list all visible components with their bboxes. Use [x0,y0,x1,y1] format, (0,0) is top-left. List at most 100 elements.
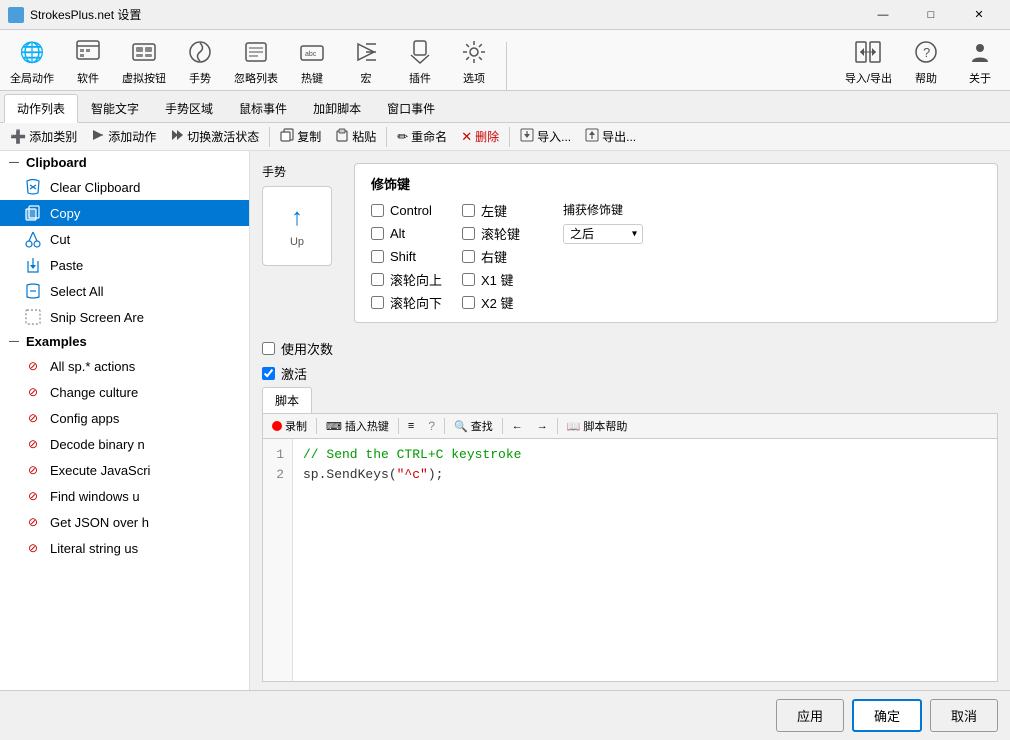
find-button[interactable]: 🔍 查找 [449,416,498,436]
x2-label: X2 键 [481,293,514,312]
alt-checkbox[interactable] [371,227,384,240]
shift-checkbox[interactable] [371,250,384,263]
sidebar-item-decode-binary[interactable]: ⊘ Decode binary n [0,431,249,457]
scroll-checkbox[interactable] [462,227,475,240]
forward-button[interactable]: → [532,418,553,434]
change-culture-label: Change culture [50,385,138,400]
control-checkbox[interactable] [371,204,384,217]
activate-label: 激活 [281,364,307,383]
tab-action-list[interactable]: 动作列表 [4,94,78,123]
cancel-button[interactable]: 取消 [930,699,998,732]
sidebar-item-execute-js[interactable]: ⊘ Execute JavaScri [0,457,249,483]
rename-button[interactable]: ✏ 重命名 [391,125,453,148]
find-windows-icon: ⊘ [24,487,42,505]
sidebar-item-snip[interactable]: Snip Screen Are [0,304,249,330]
right-checkbox[interactable] [462,250,475,263]
sidebar-item-select-all[interactable]: Select All [0,278,249,304]
sidebar-item-clear-clipboard[interactable]: Clear Clipboard [0,174,249,200]
code-content[interactable]: // Send the CTRL+C keystroke sp.SendKeys… [293,439,997,681]
paste-button[interactable]: 粘贴 [329,125,382,148]
sidebar-item-find-windows[interactable]: ⊘ Find windows u [0,483,249,509]
delete-button[interactable]: ✕ 删除 [455,125,505,148]
activate-checkbox[interactable] [262,367,275,380]
capture-select[interactable]: 之后 之前 忽略 [563,224,643,244]
help2-button[interactable]: ? [423,417,440,435]
control-label: Control [390,203,432,218]
toolbar-hotkey[interactable]: abc 热键 [286,34,338,90]
scroll-up-checkbox[interactable] [371,273,384,286]
virtual-btn-icon [128,36,160,68]
clipboard-collapse[interactable]: — [8,157,20,169]
copy-button[interactable]: 复制 [274,125,327,148]
apply-button[interactable]: 应用 [776,699,844,732]
script-tab-main[interactable]: 脚本 [262,387,312,413]
toolbar-ribbon: 🌐 全局动作 软件 虚拟按钮 手势 忽略列表 abc 热键 宏 [0,30,1010,91]
toolbar-global-action[interactable]: 🌐 全局动作 [4,34,60,90]
toolbar-ignore-list[interactable]: 忽略列表 [228,34,284,90]
sidebar-item-literal-string[interactable]: ⊘ Literal string us [0,535,249,561]
sidebar-item-get-json[interactable]: ⊘ Get JSON over h [0,509,249,535]
insert-hotkey-button[interactable]: ⌨ 插入热键 [321,416,394,436]
toolbar-import-export[interactable]: 导入/导出 [839,34,898,90]
toggle-active-button[interactable]: 切换激活状态 [164,125,265,148]
toolbar-virtual-btn-label: 虚拟按钮 [122,70,166,86]
sidebar-item-config-apps[interactable]: ⊘ Config apps [0,405,249,431]
x2-checkbox[interactable] [462,296,475,309]
config-apps-icon: ⊘ [24,409,42,427]
toolbar-software[interactable]: 软件 [62,34,114,90]
tab-gesture-area[interactable]: 手势区域 [152,94,226,122]
export-button[interactable]: 导出... [579,125,642,148]
add-action-icon [91,128,105,145]
title-bar-controls: — □ ✕ [860,0,1002,30]
sidebar-item-all-sp[interactable]: ⊘ All sp.* actions [0,353,249,379]
left-checkbox[interactable] [462,204,475,217]
code-editor[interactable]: 1 2 // Send the CTRL+C keystroke sp.Send… [262,439,998,682]
script-sep-4 [502,418,503,434]
minimize-button[interactable]: — [860,0,906,30]
add-action-button[interactable]: 添加动作 [85,125,162,148]
toolbar-plugin[interactable]: 插件 [394,34,446,90]
toolbar-virtual-btn[interactable]: 虚拟按钮 [116,34,172,90]
tab-mouse-event[interactable]: 鼠标事件 [226,94,300,122]
scroll-down-checkbox[interactable] [371,296,384,309]
software-icon [72,36,104,68]
line-numbers: 1 2 [263,439,293,681]
tab-smart-text[interactable]: 智能文字 [78,94,152,122]
examples-section-title: Examples [26,334,87,349]
sidebar-item-paste[interactable]: Paste [0,252,249,278]
add-class-button[interactable]: ➕ 添加类别 [4,125,83,148]
maximize-button[interactable]: □ [908,0,954,30]
line-num-2: 2 [271,465,284,485]
toolbar-help[interactable]: ? 帮助 [900,34,952,90]
sidebar-item-change-culture[interactable]: ⊘ Change culture [0,379,249,405]
x1-checkbox[interactable] [462,273,475,286]
format-button[interactable]: ≡ [403,418,419,434]
ok-button[interactable]: 确定 [852,699,922,732]
macro-icon [350,36,382,68]
close-button[interactable]: ✕ [956,0,1002,30]
examples-collapse[interactable]: — [8,336,20,348]
toolbar-about[interactable]: 关于 [954,34,1006,90]
global-action-icon: 🌐 [16,36,48,68]
toolbar-import-export-label: 导入/导出 [845,70,892,86]
back-button[interactable]: ← [507,418,528,434]
tab-window-event[interactable]: 窗口事件 [374,94,448,122]
sidebar-item-cut[interactable]: Cut [0,226,249,252]
toolbar-macro[interactable]: 宏 [340,34,392,90]
sidebar: — Clipboard Clear Clipboard Copy Cut [0,151,250,690]
sub-toolbar: ➕ 添加类别 添加动作 切换激活状态 复制 粘贴 ✏ 重命名 ✕ 删除 [0,123,1010,151]
toolbar-global-action-label: 全局动作 [10,70,54,86]
paste-sidebar-icon [24,256,42,274]
script-help-button[interactable]: 📖 脚本帮助 [562,416,633,436]
delete-icon: ✕ [461,129,472,145]
record-button[interactable]: 录制 [267,416,312,436]
tab-unload-script[interactable]: 加卸脚本 [300,94,374,122]
use-count-checkbox[interactable] [262,342,275,355]
cut-icon [24,230,42,248]
import-button[interactable]: 导入... [514,125,577,148]
toolbar-options[interactable]: 选项 [448,34,500,90]
sidebar-item-copy[interactable]: Copy [0,200,249,226]
help2-icon: ? [428,419,435,433]
x1-label: X1 键 [481,270,514,289]
toolbar-gesture[interactable]: 手势 [174,34,226,90]
